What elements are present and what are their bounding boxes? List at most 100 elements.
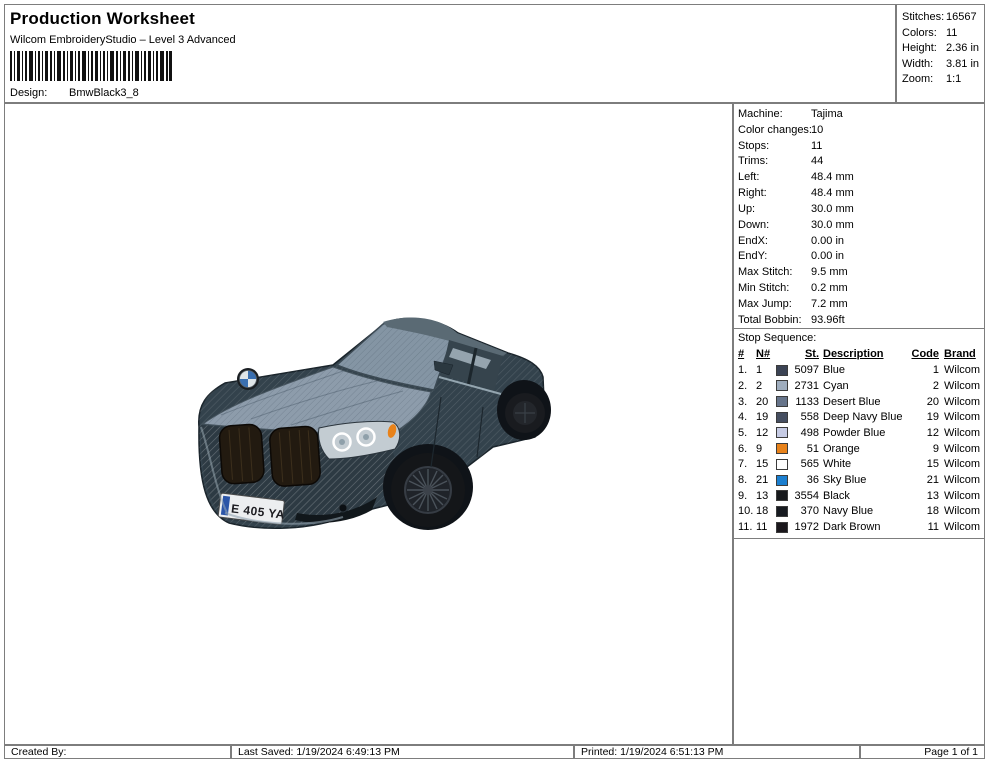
summary-value: 1:1 <box>946 73 962 86</box>
needle-number: 13 <box>756 489 769 502</box>
footer-printed: Printed: 1/19/2024 6:51:13 PM <box>574 745 860 759</box>
thread-code: 11 <box>927 521 939 534</box>
machine-info-label: Machine: <box>738 108 783 120</box>
machine-panel: Machine: Tajima Color changes: 10 Stops:… <box>733 103 985 745</box>
thread-code: 21 <box>926 474 939 487</box>
row-number: 8. <box>738 474 748 487</box>
footer-last-saved: Last Saved: 1/19/2024 6:49:13 PM <box>231 745 574 759</box>
thread-color-swatch <box>776 521 788 533</box>
summary-row: Colors: 11 <box>902 26 984 42</box>
thread-description: Black <box>823 489 850 502</box>
summary-label: Height: <box>902 42 937 55</box>
stitch-count: 3554 <box>794 489 819 502</box>
row-number: 7. <box>738 458 748 471</box>
machine-info-row: Right: 48.4 mm <box>738 186 980 202</box>
thread-color-swatch <box>776 380 788 392</box>
machine-info-value: 30.0 mm <box>811 218 854 231</box>
thread-description: Sky Blue <box>823 474 867 487</box>
stop-sequence-row: 8. 21 36 Sky Blue 21 Wilcom <box>738 472 980 488</box>
machine-info-value: 0.2 mm <box>811 281 848 294</box>
stop-sequence: Stop Sequence: # N# St. Description Code… <box>734 328 984 539</box>
needle-number: 20 <box>756 395 769 408</box>
front-wheel <box>383 444 473 530</box>
stitch-count: 36 <box>806 474 819 487</box>
row-number: 6. <box>738 442 748 455</box>
stop-sequence-row: 9. 13 3554 Black 13 Wilcom <box>738 488 980 504</box>
machine-info-value: 30.0 mm <box>811 202 854 215</box>
stop-sequence-row: 7. 15 565 White 15 Wilcom <box>738 457 980 473</box>
stop-sequence-row: 11. 11 1972 Dark Brown 11 Wilcom <box>738 519 980 535</box>
thread-color-swatch <box>776 505 788 517</box>
thread-code: 9 <box>932 442 939 455</box>
machine-info-label: Left: <box>738 171 760 184</box>
stop-sequence-row: 3. 20 1133 Desert Blue 20 Wilcom <box>738 394 980 410</box>
row-number: 2. <box>738 379 748 392</box>
col-description: Description <box>823 348 884 361</box>
thread-color-swatch <box>776 411 788 423</box>
stitch-count: 5097 <box>794 364 819 377</box>
fog-lamp <box>338 503 348 513</box>
machine-info-label: Min Stitch: <box>738 281 790 294</box>
stitch-count: 558 <box>800 411 819 424</box>
design-preview: E 405 YA <box>4 103 733 745</box>
needle-number: 1 <box>756 364 763 377</box>
machine-info-value: 7.2 mm <box>811 297 848 310</box>
machine-info-value: 10 <box>811 123 824 136</box>
thread-description: Dark Brown <box>823 521 881 534</box>
machine-info-label: EndY: <box>738 250 768 263</box>
machine-info-label: Max Stitch: <box>738 266 793 279</box>
needle-number: 9 <box>756 442 763 455</box>
footer-page-number: Page 1 of 1 <box>860 745 985 759</box>
machine-info-value: 11 <box>811 139 823 152</box>
machine-info-row: Total Bobbin: 93.96ft <box>738 313 980 329</box>
machine-info-value: 48.4 mm <box>811 187 854 200</box>
summary-value: 16567 <box>946 11 977 23</box>
machine-info-label: Stops: <box>738 139 770 152</box>
needle-number: 2 <box>756 379 763 392</box>
thread-brand: Wilcom <box>944 442 981 455</box>
thread-color-swatch <box>776 474 788 486</box>
needle-number: 21 <box>756 474 769 487</box>
stitch-count: 498 <box>800 426 819 439</box>
thread-description: White <box>823 458 852 471</box>
machine-info-value: 44 <box>811 155 824 168</box>
stitch-count: 1972 <box>794 521 819 534</box>
header: Production Worksheet Wilcom EmbroiderySt… <box>4 4 896 115</box>
thread-brand: Wilcom <box>944 458 981 471</box>
needle-number: 19 <box>756 411 769 424</box>
row-number: 11. <box>738 521 753 534</box>
machine-info-label: Right: <box>738 187 767 200</box>
thread-brand: Wilcom <box>944 426 981 439</box>
embroidery-design-car: E 405 YA <box>197 317 551 530</box>
machine-info: Machine: Tajima Color changes: 10 Stops:… <box>734 104 984 328</box>
thread-color-swatch <box>776 490 788 502</box>
design-name-row: Design: BmwBlack3_8 <box>10 87 895 100</box>
thread-brand: Wilcom <box>944 395 981 408</box>
thread-brand: Wilcom <box>944 521 981 534</box>
stop-sequence-header: # N# St. Description Code Brand <box>738 346 980 362</box>
thread-code: 2 <box>932 379 939 392</box>
stop-sequence-row: 2. 2 2731 Cyan 2 Wilcom <box>738 378 980 394</box>
machine-info-row: EndY: 0.00 in <box>738 249 980 265</box>
design-summary: Stitches: 16567 Colors: 11 Height: 2.36 … <box>896 4 985 103</box>
col-number: # <box>738 348 745 361</box>
thread-brand: Wilcom <box>944 489 981 502</box>
stitch-count: 565 <box>800 458 819 471</box>
machine-info-label: Down: <box>738 218 770 231</box>
thread-code: 1 <box>932 364 939 377</box>
thread-description: Navy Blue <box>823 505 874 518</box>
thread-description: Powder Blue <box>823 426 886 439</box>
row-number: 10. <box>738 505 754 518</box>
thread-description: Blue <box>823 364 846 377</box>
stitch-count: 2731 <box>794 379 819 392</box>
col-brand: Brand <box>944 348 976 361</box>
machine-info-label: Total Bobbin: <box>738 313 802 326</box>
thread-color-swatch <box>776 396 788 408</box>
summary-value: 11 <box>946 26 958 39</box>
machine-info-row: Up: 30.0 mm <box>738 202 980 218</box>
summary-row: Zoom: 1:1 <box>902 72 984 88</box>
design-value: BmwBlack3_8 <box>69 87 139 99</box>
stop-sequence-title: Stop Sequence: <box>738 332 817 345</box>
thread-color-swatch <box>776 458 788 470</box>
needle-number: 11 <box>756 521 768 534</box>
